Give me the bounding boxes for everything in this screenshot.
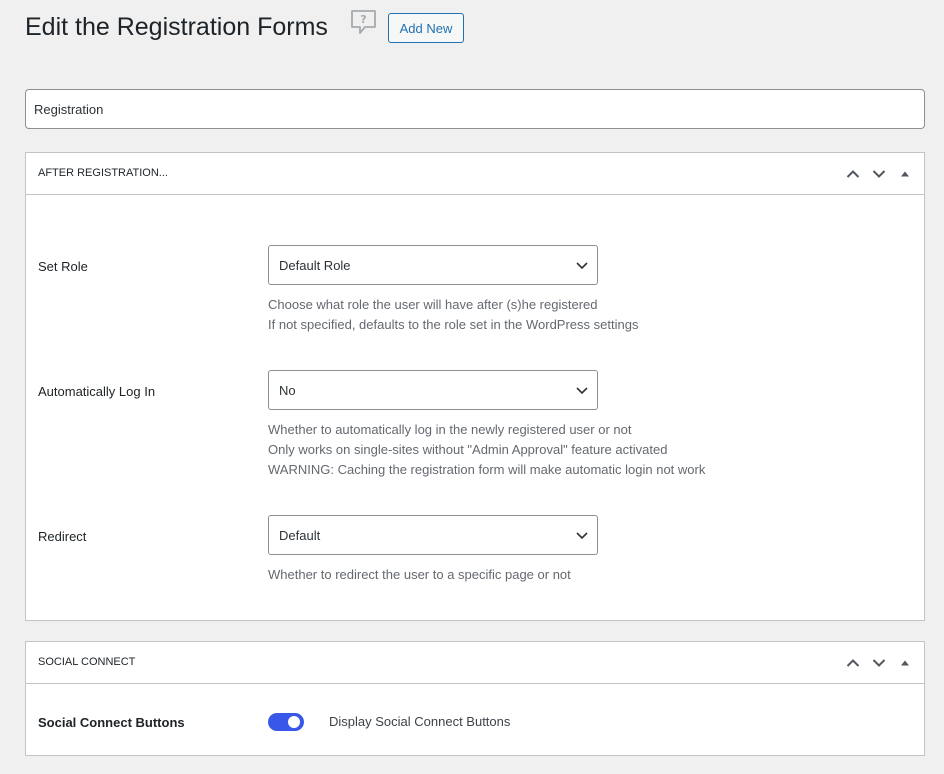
description-line: Only works on single-sites without "Admi… — [268, 442, 668, 457]
redirect-label: Redirect — [38, 529, 87, 544]
set-role-description: Choose what role the user will have afte… — [268, 295, 638, 335]
metabox-title: AFTER REGISTRATION... — [38, 167, 168, 179]
auto-login-selected-value: No — [279, 382, 296, 398]
metabox-handle-actions — [840, 161, 918, 187]
redirect-select[interactable]: Default — [268, 515, 598, 555]
page-title: Edit the Registration Forms — [25, 13, 328, 41]
description-line: Whether to automatically log in the newl… — [268, 422, 632, 437]
svg-text:?: ? — [360, 13, 366, 26]
collapse-triangle-icon[interactable] — [892, 161, 918, 187]
metabox-title: SOCIAL CONNECT — [38, 656, 136, 668]
set-role-select[interactable]: Default Role — [268, 245, 598, 285]
chevron-down-icon — [575, 259, 589, 274]
redirect-description: Whether to redirect the user to a specif… — [268, 565, 571, 585]
set-role-selected-value: Default Role — [279, 257, 351, 273]
auto-login-select[interactable]: No — [268, 370, 598, 410]
metabox-header: SOCIAL CONNECT — [26, 642, 924, 684]
description-line: WARNING: Caching the registration form w… — [268, 462, 706, 477]
after-registration-metabox: AFTER REGISTRATION... Set Role Default R… — [25, 152, 925, 621]
auto-login-label: Automatically Log In — [38, 384, 156, 399]
chevron-down-icon[interactable] — [866, 650, 892, 676]
collapse-triangle-icon[interactable] — [892, 650, 918, 676]
social-connect-toggle[interactable] — [268, 713, 304, 731]
social-connect-buttons-label: Social Connect Buttons — [38, 715, 185, 730]
help-question-bubble-icon[interactable]: ? — [350, 9, 377, 35]
chevron-down-icon — [575, 529, 589, 544]
chevron-up-icon[interactable] — [840, 161, 866, 187]
metabox-header: AFTER REGISTRATION... — [26, 153, 924, 195]
redirect-selected-value: Default — [279, 527, 321, 543]
metabox-handle-actions — [840, 650, 918, 676]
add-new-button[interactable]: Add New — [388, 13, 464, 43]
form-title-input[interactable] — [25, 89, 925, 129]
chevron-down-icon[interactable] — [866, 161, 892, 187]
chevron-up-icon[interactable] — [840, 650, 866, 676]
toggle-knob — [288, 716, 300, 728]
set-role-label: Set Role — [38, 259, 88, 274]
social-connect-metabox: SOCIAL CONNECT Social Connect Buttons Di… — [25, 641, 925, 756]
description-line: If not specified, defaults to the role s… — [268, 317, 639, 332]
description-line: Whether to redirect the user to a specif… — [268, 567, 571, 582]
auto-login-description: Whether to automatically log in the newl… — [268, 420, 705, 480]
description-line: Choose what role the user will have afte… — [268, 297, 598, 312]
chevron-down-icon — [575, 384, 589, 399]
social-connect-toggle-label[interactable]: Display Social Connect Buttons — [329, 714, 510, 729]
